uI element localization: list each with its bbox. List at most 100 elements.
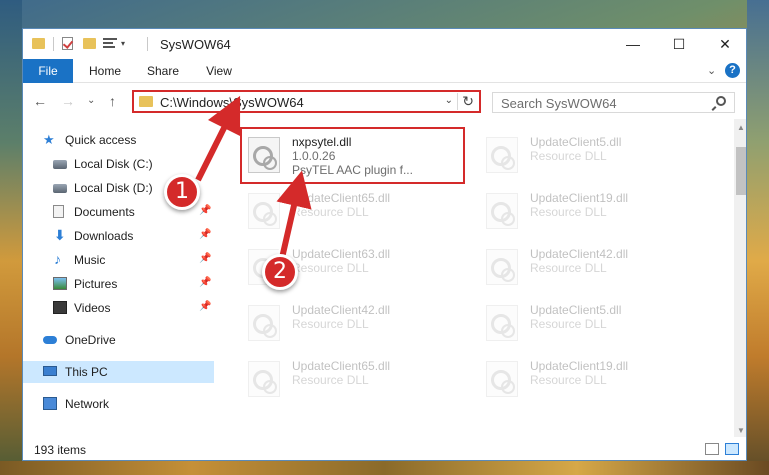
address-dropdown-chevron-icon[interactable]: ⌄ xyxy=(445,95,453,106)
sidebar-item-quick-access[interactable]: ★ Quick access xyxy=(23,129,214,151)
sidebar-item-label: Music xyxy=(74,253,106,267)
navigation-bar: ← → ⌄ ↑ C:\Windows\SysWOW64 ⌄ ↻ Search S… xyxy=(23,83,746,119)
sidebar-item-music[interactable]: ♪ Music 📌 xyxy=(23,249,214,271)
file-explorer-window: ▾ SysWOW64 — ☐ ✕ File Home Share View ⌄ … xyxy=(22,28,747,461)
search-icon[interactable] xyxy=(716,96,726,106)
sidebar-item-pictures[interactable]: Pictures 📌 xyxy=(23,273,214,295)
tab-home[interactable]: Home xyxy=(81,59,129,83)
sidebar-item-label: Videos xyxy=(74,301,111,315)
file-item[interactable]: UpdateClient19.dll Resource DLL xyxy=(482,353,720,405)
file-type: Resource DLL xyxy=(530,373,607,387)
dll-file-icon xyxy=(486,249,518,285)
close-button[interactable]: ✕ xyxy=(702,29,746,59)
file-type: Resource DLL xyxy=(292,373,369,387)
disk-icon xyxy=(53,184,67,193)
disk-icon xyxy=(53,160,67,169)
file-item[interactable]: UpdateClient42.dll Resource DLL xyxy=(244,297,482,349)
help-icon[interactable]: ? xyxy=(725,63,740,78)
ribbon-tabs: File Home Share View ⌄ ? xyxy=(23,59,746,111)
minimize-button[interactable]: — xyxy=(610,29,656,59)
dll-file-icon xyxy=(486,193,518,229)
sidebar-item-label: Documents xyxy=(74,205,135,219)
sidebar-item-label: Pictures xyxy=(74,277,118,291)
title-bar: ▾ SysWOW64 — ☐ ✕ xyxy=(23,29,746,59)
dll-file-icon xyxy=(486,305,518,341)
file-type: Resource DLL xyxy=(530,317,607,331)
scrollbar-thumb[interactable] xyxy=(736,147,746,195)
scroll-up-icon[interactable]: ▲ xyxy=(737,123,745,132)
up-button[interactable]: ↑ xyxy=(109,93,116,109)
large-icons-view-button[interactable] xyxy=(725,443,739,455)
expand-ribbon-chevron-icon[interactable]: ⌄ xyxy=(707,64,716,77)
file-item[interactable]: UpdateClient65.dll Resource DLL xyxy=(244,353,482,405)
videos-icon xyxy=(53,301,67,314)
vertical-scrollbar[interactable]: ▲ ▼ xyxy=(734,119,746,437)
properties-list-icon[interactable] xyxy=(103,37,117,50)
tab-share[interactable]: Share xyxy=(139,59,187,83)
pin-icon[interactable]: 📌 xyxy=(199,301,211,312)
network-icon xyxy=(43,397,57,410)
pictures-icon xyxy=(53,277,67,290)
pin-icon[interactable]: 📌 xyxy=(199,253,211,264)
file-item[interactable]: UpdateClient42.dll Resource DLL xyxy=(482,241,720,293)
address-path[interactable]: C:\Windows\SysWOW64 xyxy=(160,95,304,110)
title-separator xyxy=(147,37,148,51)
refresh-button[interactable]: ↻ xyxy=(457,93,474,110)
file-name: UpdateClient65.dll xyxy=(292,359,391,373)
search-input[interactable]: Search SysWOW64 xyxy=(501,96,617,111)
file-type: Resource DLL xyxy=(530,261,607,275)
file-name: UpdateClient5.dll xyxy=(530,303,622,317)
pin-icon[interactable]: 📌 xyxy=(199,277,211,288)
properties-check-icon[interactable] xyxy=(62,37,73,50)
search-box[interactable]: Search SysWOW64 xyxy=(492,92,735,113)
toolbar-separator xyxy=(53,37,54,51)
folder-icon xyxy=(32,38,45,49)
dll-file-icon xyxy=(486,137,518,173)
sidebar-item-label: Network xyxy=(65,397,110,411)
customize-toolbar-chevron-icon[interactable]: ▾ xyxy=(121,39,125,55)
window-title: SysWOW64 xyxy=(160,37,231,52)
music-icon: ♪ xyxy=(54,251,61,267)
item-count: 193 items xyxy=(34,443,87,457)
sidebar-item-onedrive[interactable]: OneDrive xyxy=(23,329,214,351)
file-item[interactable]: UpdateClient19.dll Resource DLL xyxy=(482,185,720,237)
file-type: Resource DLL xyxy=(530,149,607,163)
sidebar-item-this-pc[interactable]: This PC xyxy=(23,361,214,383)
file-type: Resource DLL xyxy=(530,205,607,219)
file-item[interactable]: UpdateClient5.dll Resource DLL xyxy=(482,129,720,181)
file-type: Resource DLL xyxy=(292,205,369,219)
forward-button[interactable]: → xyxy=(61,93,75,109)
sidebar-item-videos[interactable]: Videos 📌 xyxy=(23,297,214,319)
sidebar-item-label: Quick access xyxy=(65,133,137,147)
star-icon: ★ xyxy=(43,132,55,147)
status-bar: 193 items xyxy=(23,437,746,460)
file-name: UpdateClient42.dll xyxy=(530,247,629,261)
new-folder-icon[interactable] xyxy=(83,38,96,49)
dll-file-icon xyxy=(486,361,518,397)
file-item[interactable]: UpdateClient5.dll Resource DLL xyxy=(482,297,720,349)
scroll-down-icon[interactable]: ▼ xyxy=(737,426,745,435)
sidebar-item-network[interactable]: Network xyxy=(23,393,214,415)
back-button[interactable]: ← xyxy=(33,93,47,109)
recent-locations-chevron-icon[interactable]: ⌄ xyxy=(87,95,95,106)
file-name: UpdateClient19.dll xyxy=(530,359,629,373)
address-bar[interactable]: C:\Windows\SysWOW64 ⌄ ↻ xyxy=(132,90,481,113)
maximize-button[interactable]: ☐ xyxy=(656,29,702,59)
file-item[interactable]: UpdateClient65.dll Resource DLL xyxy=(244,185,482,237)
desktop-background-right xyxy=(747,0,769,475)
sidebar-item-label: Downloads xyxy=(74,229,134,243)
sidebar-item-label: This PC xyxy=(65,365,108,379)
highlight-box xyxy=(240,127,465,184)
sidebar-item-downloads[interactable]: ⬇ Downloads 📌 xyxy=(23,225,214,247)
tab-view[interactable]: View xyxy=(195,59,243,83)
dll-file-icon xyxy=(248,193,280,229)
address-folder-icon xyxy=(139,96,153,107)
step-badge-2: 2 xyxy=(262,254,298,290)
navigation-pane: ★ Quick access Local Disk (C:) Local Dis… xyxy=(23,119,214,437)
pin-icon[interactable]: 📌 xyxy=(199,229,211,240)
details-view-button[interactable] xyxy=(705,443,719,455)
sidebar-item-local-disk-c[interactable]: Local Disk (C:) xyxy=(23,153,214,175)
sidebar-item-label: Local Disk (D:) xyxy=(74,181,153,195)
file-name: UpdateClient63.dll xyxy=(292,247,391,261)
pin-icon[interactable]: 📌 xyxy=(199,205,211,216)
